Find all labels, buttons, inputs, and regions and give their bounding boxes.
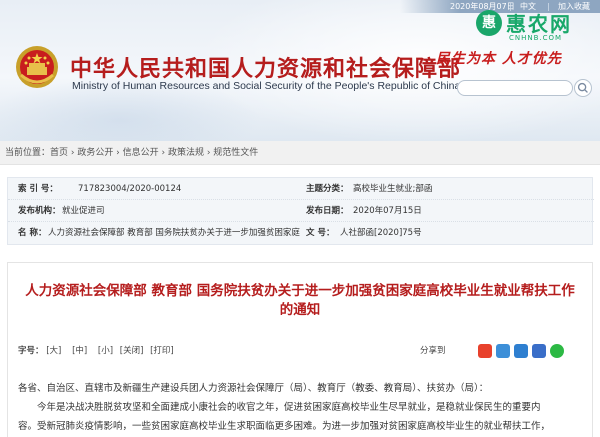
font-size-label: 字号： (18, 346, 44, 356)
header-banner: 2020年08月07日 | 中文 | 加入收藏 惠 惠农网 CNHNB.COM … (0, 0, 600, 141)
national-emblem-icon (16, 46, 58, 88)
article-title-line: 人力资源社会保障部 教育部 国务院扶贫办关于进一步加强贫困家庭高校毕业生就业帮扶… (25, 283, 575, 299)
renren-share-icon[interactable] (532, 344, 546, 358)
breadcrumb: 当前位置：首页 › 政务公开 › 信息公开 › 政策法规 › 规范性文件 (0, 141, 600, 165)
article-title: 人力资源社会保障部 教育部 国务院扶贫办关于进一步加强贫困家庭高校毕业生就业帮扶… (0, 282, 600, 320)
category-label: 主题分类： (306, 184, 349, 194)
metadata-row: 名 称： 人力资源社会保障部 教育部 国务院扶贫办关于进一步加强贫困家庭 文 号… (8, 222, 594, 244)
weibo-share-icon[interactable] (478, 344, 492, 358)
watermark-url: CNHNB.COM (509, 34, 563, 42)
publisher-value: 就业促进司 (62, 206, 105, 216)
article-title-line: 的通知 (279, 302, 321, 318)
category-value: 高校毕业生就业;部函 (353, 184, 433, 194)
search-icon (577, 82, 588, 93)
doc-number-label: 文 号： (306, 228, 335, 238)
share-label: 分享到 (420, 346, 446, 356)
font-large-button[interactable]: [大] (46, 346, 61, 356)
name-value: 人力资源社会保障部 教育部 国务院扶贫办关于进一步加强贫困家庭 (48, 228, 300, 238)
font-medium-button[interactable]: [中] (72, 346, 87, 356)
doc-number-value: 人社部函[2020]75号 (340, 228, 422, 238)
tencent-share-icon[interactable] (514, 344, 528, 358)
wechat-share-icon[interactable] (550, 344, 564, 358)
watermark-name: 惠农网 (506, 12, 572, 36)
qzone-share-icon[interactable] (496, 344, 510, 358)
watermark: 惠 惠农网 CNHNB.COM (476, 6, 596, 46)
breadcrumb-text[interactable]: 当前位置：首页 › 政务公开 › 信息公开 › 政策法规 › 规范性文件 (5, 148, 258, 158)
watermark-logo-icon: 惠 (476, 10, 502, 36)
site-title-english: Ministry of Human Resources and Social S… (72, 80, 461, 92)
name-label: 名 称： (18, 228, 47, 238)
index-value: 717823004/2020-00124 (78, 184, 182, 194)
index-label: 索 引 号： (18, 184, 58, 194)
metadata-row: 发布机构： 就业促进司 发布日期： 2020年07月15日 (8, 200, 594, 222)
close-button[interactable]: [关闭] (120, 346, 144, 356)
metadata-row: 索 引 号： 717823004/2020-00124 主题分类： 高校毕业生就… (8, 178, 594, 200)
paragraph: 各省、自治区、直辖市及新疆生产建设兵团人力资源社会保障厅（局）、教育厅（教委、教… (18, 383, 489, 394)
publish-date-value: 2020年07月15日 (353, 206, 422, 216)
font-small-button[interactable]: [小] (98, 346, 113, 356)
publish-date-label: 发布日期： (306, 206, 349, 216)
print-button[interactable]: [打印] (150, 346, 174, 356)
publisher-label: 发布机构： (18, 206, 61, 216)
paragraph: 容。受新冠肺炎疫情影响，一些贫困家庭高校毕业生求职面临更多困难。为进一步加强对贫… (18, 421, 551, 432)
search-input[interactable] (457, 80, 573, 96)
search-button[interactable] (574, 79, 592, 97)
slogan: 民生为本 人才优先 (436, 51, 562, 67)
paragraph: 今年是决战决胜脱贫攻坚和全面建成小康社会的收官之年，促进贫困家庭高校毕业生尽早就… (37, 402, 541, 413)
document-metadata: 索 引 号： 717823004/2020-00124 主题分类： 高校毕业生就… (7, 177, 594, 245)
site-title: 中华人民共和国人力资源和社会保障部 (70, 57, 462, 82)
